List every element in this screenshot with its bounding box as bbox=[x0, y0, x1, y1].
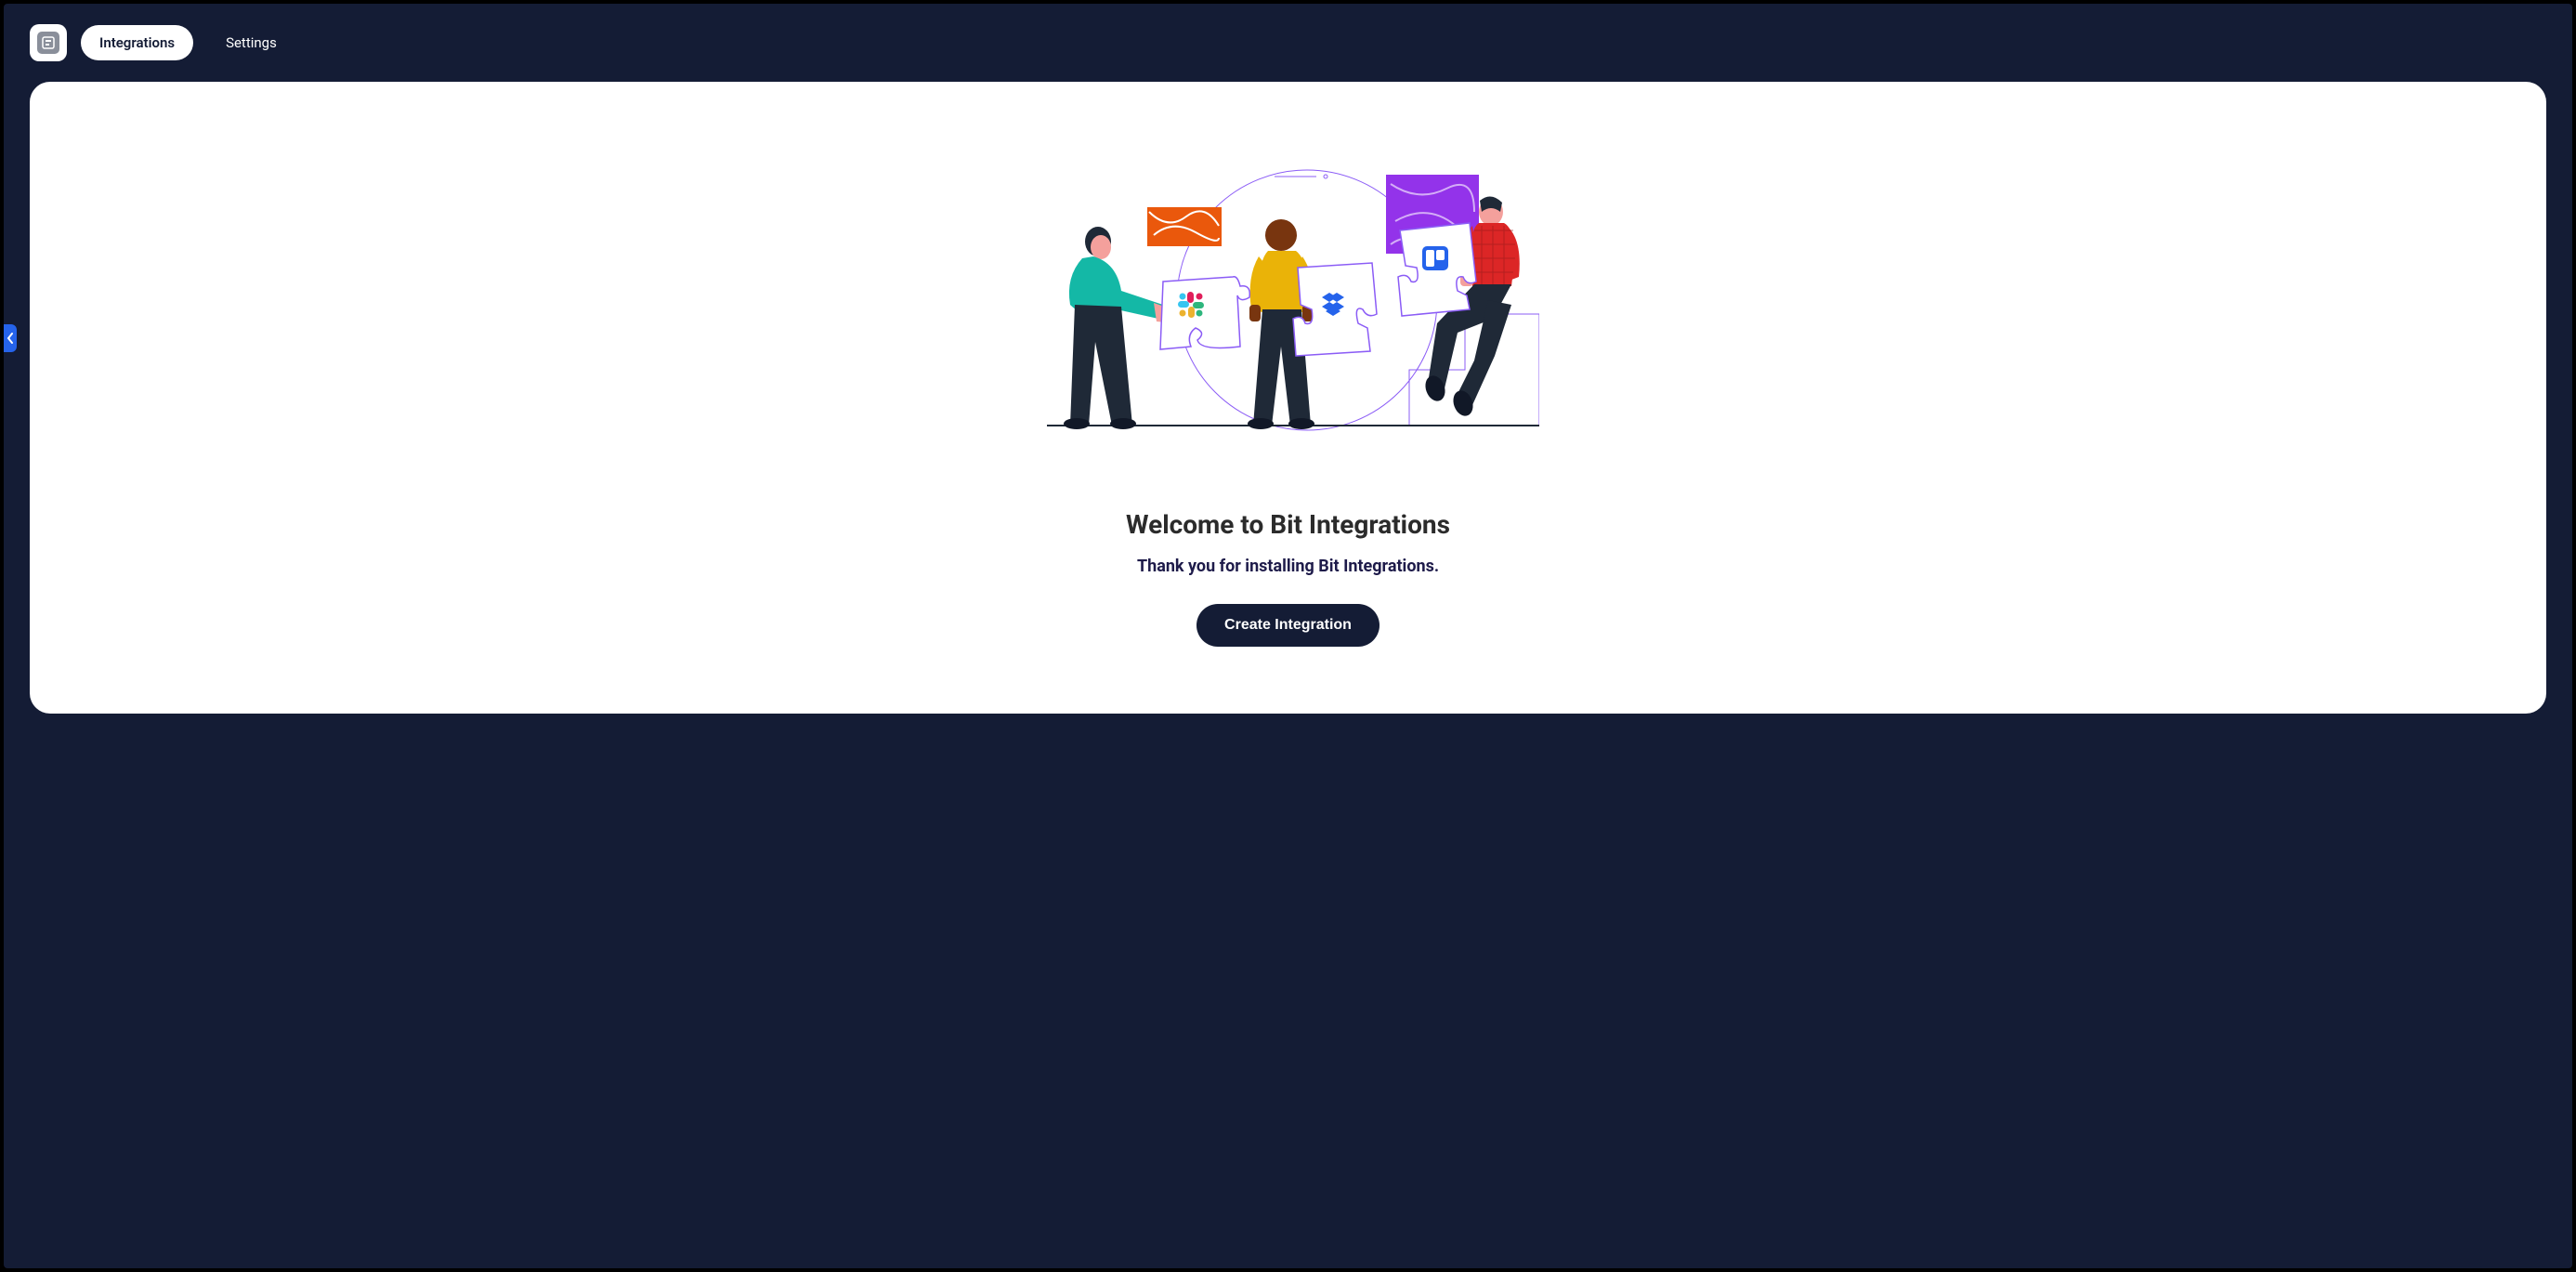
content-wrap: Welcome to Bit Integrations Thank you fo… bbox=[4, 82, 2572, 740]
welcome-illustration bbox=[1038, 138, 1539, 435]
create-integration-button[interactable]: Create Integration bbox=[1196, 604, 1380, 647]
welcome-card: Welcome to Bit Integrations Thank you fo… bbox=[30, 82, 2546, 714]
app-shell: Integrations Settings bbox=[4, 4, 2572, 1268]
logo-icon bbox=[37, 32, 59, 54]
tab-integrations[interactable]: Integrations bbox=[81, 25, 193, 60]
tab-label: Settings bbox=[226, 34, 277, 51]
app-logo[interactable] bbox=[30, 24, 67, 61]
button-label: Create Integration bbox=[1224, 617, 1352, 633]
side-handle[interactable] bbox=[4, 324, 17, 352]
top-bar: Integrations Settings bbox=[4, 4, 2572, 82]
tab-settings[interactable]: Settings bbox=[207, 25, 295, 60]
tab-label: Integrations bbox=[99, 34, 175, 51]
welcome-title: Welcome to Bit Integrations bbox=[1126, 509, 1450, 540]
welcome-subtitle: Thank you for installing Bit Integration… bbox=[1137, 557, 1439, 576]
